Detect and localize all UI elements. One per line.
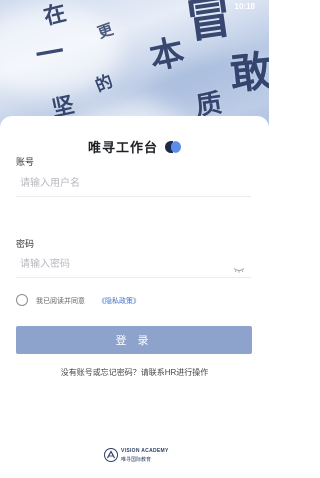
page-title: 唯寻工作台 [87, 141, 158, 156]
badge-light-half [171, 140, 182, 153]
login-button[interactable]: 登 录 [16, 326, 252, 354]
username-input[interactable] [16, 171, 251, 197]
eye-lash [241, 270, 244, 273]
eye-off-svg [233, 268, 245, 273]
logo-glyph [106, 450, 116, 459]
hero-calligraphy: 的 [92, 71, 116, 97]
eye-off-icon[interactable] [233, 260, 245, 273]
password-input[interactable] [16, 252, 251, 278]
eye-lid [233, 268, 245, 271]
hero-calligraphy: 敢 [227, 45, 269, 100]
login-card: 唯寻工作台 账号 密码 我已阅读并同意 《隐私政策》 登 录 没有账号或忘记密码… [0, 116, 269, 478]
status-time: 10:18 [234, 2, 255, 11]
agree-radio[interactable] [16, 294, 28, 306]
agree-text: 我已阅读并同意 [36, 298, 85, 305]
brand-name-en: VISION ACADEMY [121, 448, 169, 454]
eye-lash [234, 270, 237, 273]
privacy-policy-link[interactable]: 《隐私政策》 [98, 296, 140, 306]
title-badge-icon [165, 140, 182, 153]
footer-brand: VISION ACADEMY 唯寻国际教育 [0, 445, 269, 469]
logo-peak [106, 450, 116, 459]
username-label: 账号 [16, 157, 35, 167]
title-row: 唯寻工作台 [0, 136, 269, 156]
status-bar: 10:18 [0, 0, 269, 14]
help-text: 没有账号或忘记密码？请联系HR进行操作 [60, 368, 209, 377]
hero-calligraphy: 一 [33, 34, 67, 73]
password-label: 密码 [16, 239, 35, 249]
vision-academy-logo-icon [104, 448, 118, 462]
hero-calligraphy: 本 [146, 31, 188, 79]
brand-name-cn: 唯寻国际教育 [121, 457, 152, 463]
